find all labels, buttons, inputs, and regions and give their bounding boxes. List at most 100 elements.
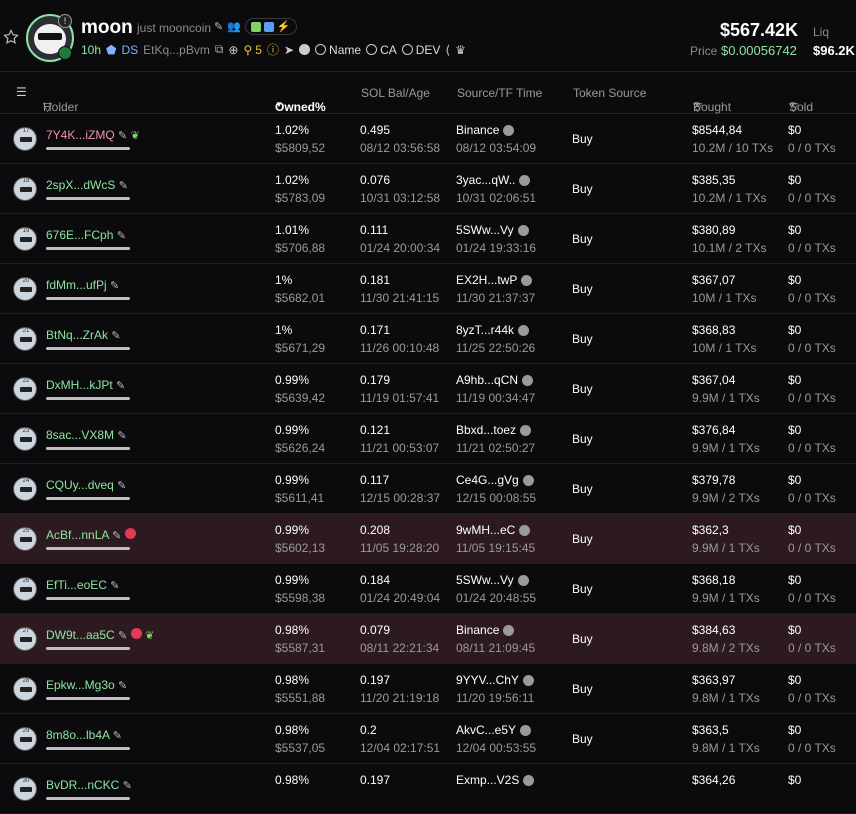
- table-row[interactable]: 21 BtNq...ZrAk ✎ 1% $5671,29 0.171 11/26 00:…: [0, 314, 856, 364]
- token-source: Buy: [572, 482, 593, 496]
- coin-icon: [299, 44, 311, 55]
- bought-amount: 9.9M / 1 TXs: [692, 441, 760, 455]
- coin-icon: [523, 774, 535, 786]
- funding-source[interactable]: A9hb...qCN: [456, 373, 534, 387]
- ds-link[interactable]: DS: [121, 43, 138, 57]
- avatar: 20: [13, 277, 37, 301]
- edit-icon[interactable]: ✎: [117, 230, 126, 242]
- search-name-button[interactable]: Name: [315, 43, 361, 57]
- funding-source[interactable]: EX2H...twP: [456, 273, 533, 287]
- funding-source[interactable]: Bbxd...toez: [456, 423, 532, 437]
- funding-source[interactable]: Ce4G...gVg: [456, 473, 534, 487]
- table-row[interactable]: 25 AcBf...nnLA ✎ 0.99% $5602,13 0.208 11/05 …: [0, 514, 856, 564]
- holder-address[interactable]: 7Y4K...iZMQ ✎ ❦: [46, 128, 140, 142]
- funding-source[interactable]: 9YYV...ChY: [456, 673, 534, 687]
- table-row[interactable]: 30 BvDR...nCKC ✎ 0.98% 0.197 Exmp...V2S $364…: [0, 764, 856, 814]
- holder-address[interactable]: DxMH...kJPt ✎: [46, 378, 125, 392]
- owned-usd: $5639,42: [275, 391, 326, 405]
- table-row[interactable]: 18 2spX...dWcS ✎ 1.02% $5783,09 0.076 10/31 …: [0, 164, 856, 214]
- funding-source[interactable]: 5SWw...Vy: [456, 573, 529, 587]
- social-badges[interactable]: ⚡: [244, 18, 297, 35]
- table-row[interactable]: 22 DxMH...kJPt ✎ 0.99% $5639,42 0.179 11/19 …: [0, 364, 856, 414]
- funding-source[interactable]: 9wMH...eC: [456, 523, 531, 537]
- edit-icon[interactable]: ✎: [113, 730, 122, 742]
- holder-address[interactable]: EfTi...eoEC ✎: [46, 578, 119, 592]
- edit-icon[interactable]: ✎: [112, 530, 121, 542]
- edit-icon[interactable]: ✎: [123, 780, 132, 792]
- bought-usd: $380,89: [692, 223, 736, 237]
- search-dev-button[interactable]: DEV: [401, 43, 440, 57]
- holding-bar: [46, 447, 130, 450]
- table-row[interactable]: 19 676E...FCph ✎ 1.01% $5706,88 0.111 01/24 …: [0, 214, 856, 264]
- col-token-source[interactable]: Token Source: [573, 86, 646, 100]
- holders-count[interactable]: ⚲ 5: [243, 43, 261, 57]
- sold-usd: $0: [788, 273, 802, 287]
- edit-icon[interactable]: ✎: [118, 680, 127, 692]
- edit-icon[interactable]: ✎: [111, 330, 120, 342]
- holder-address[interactable]: DW9t...aa5C ✎ ❦: [46, 628, 154, 642]
- edit-icon[interactable]: ✎: [119, 180, 128, 192]
- bought-amount: 9.9M / 1 TXs: [692, 391, 760, 405]
- funding-source[interactable]: 3yac...qW..: [456, 173, 531, 187]
- wallet-age: 08/12 03:56:58: [360, 141, 441, 155]
- owned-pct: 0.98%: [275, 773, 310, 787]
- search-icon: [315, 44, 327, 55]
- tag-icon: [250, 21, 261, 32]
- funding-source[interactable]: Binance: [456, 123, 515, 137]
- sold-usd: $0: [788, 423, 802, 437]
- holder-address[interactable]: 2spX...dWcS ✎: [46, 178, 128, 192]
- token-source: Buy: [572, 282, 593, 296]
- holder-address[interactable]: Epkw...Mg3o ✎: [46, 678, 127, 692]
- holders-table: 17 7Y4K...iZMQ ✎ ❦ 1.02% $5809,52 0.495 08/12…: [0, 114, 856, 814]
- funding-source[interactable]: Binance: [456, 623, 515, 637]
- funding-source[interactable]: AkvC...e5Y: [456, 723, 532, 737]
- globe-icon[interactable]: ⊕: [228, 43, 238, 57]
- funding-source[interactable]: 8yzT...r44k: [456, 323, 530, 337]
- star-icon[interactable]: [3, 29, 19, 45]
- crown-icon[interactable]: ♛: [455, 43, 466, 57]
- edit-icon[interactable]: ✎: [116, 380, 125, 392]
- bought-usd: $8544,84: [692, 123, 743, 137]
- table-row[interactable]: 27 DW9t...aa5C ✎ ❦ 0.98% $5587,31 0.079 08/11…: [0, 614, 856, 664]
- holding-bar: [46, 497, 130, 500]
- funding-source[interactable]: 5SWw...Vy: [456, 223, 529, 237]
- edit-icon[interactable]: ✎: [110, 280, 119, 292]
- holder-address[interactable]: 8sac...VX8M ✎: [46, 428, 127, 442]
- contract-address[interactable]: EtKq...pBvm: [143, 43, 210, 57]
- edit-icon[interactable]: ✎: [117, 430, 126, 442]
- holder-address[interactable]: CQUy...dveq ✎: [46, 478, 126, 492]
- owned-usd: $5626,24: [275, 441, 326, 455]
- search-ca-button[interactable]: CA: [366, 43, 397, 57]
- holder-address[interactable]: BtNq...ZrAk ✎: [46, 328, 121, 342]
- holder-address[interactable]: fdMm...ufPj ✎: [46, 278, 119, 292]
- edit-icon[interactable]: ✎: [117, 480, 126, 492]
- copy-icon[interactable]: ⧉: [215, 42, 224, 57]
- holding-bar: [46, 547, 130, 550]
- table-row[interactable]: 28 Epkw...Mg3o ✎ 0.98% $5551,88 0.197 11/20 …: [0, 664, 856, 714]
- table-row[interactable]: 20 fdMm...ufPj ✎ 1% $5682,01 0.181 11/30 21:…: [0, 264, 856, 314]
- table-row[interactable]: 26 EfTi...eoEC ✎ 0.99% $5598,38 0.184 01/24 …: [0, 564, 856, 614]
- owned-usd: $5602,13: [275, 541, 326, 555]
- table-row[interactable]: 23 8sac...VX8M ✎ 0.99% $5626,24 0.121 11/21 …: [0, 414, 856, 464]
- holder-address[interactable]: 676E...FCph ✎: [46, 228, 126, 242]
- holder-address[interactable]: AcBf...nnLA ✎: [46, 528, 136, 542]
- col-sol[interactable]: SOL Bal/Age: [361, 86, 430, 100]
- owned-pct: 1.01%: [275, 223, 310, 237]
- sold-amount: 0 / 0 TXs: [788, 641, 836, 655]
- col-source[interactable]: Source/TF Time: [457, 86, 542, 100]
- edit-icon[interactable]: ✎: [118, 130, 127, 142]
- edit-icon[interactable]: ✎: [214, 20, 223, 33]
- table-row[interactable]: 29 8m8o...lb4A ✎ 0.98% $5537,05 0.2 12/04 02…: [0, 714, 856, 764]
- settings-sliders-icon[interactable]: ☰: [16, 85, 27, 99]
- edit-icon[interactable]: ✎: [110, 580, 119, 592]
- table-row[interactable]: 17 7Y4K...iZMQ ✎ ❦ 1.02% $5809,52 0.495 08/12…: [0, 114, 856, 164]
- coin-icon: [520, 424, 532, 436]
- telegram-icon[interactable]: ➤: [284, 43, 294, 57]
- liq-label: Liq: [813, 25, 830, 39]
- holder-address[interactable]: 8m8o...lb4A ✎: [46, 728, 122, 742]
- edit-icon[interactable]: ✎: [118, 630, 127, 642]
- share-icon[interactable]: ⟨: [445, 43, 450, 57]
- funding-source[interactable]: Exmp...V2S: [456, 773, 535, 787]
- table-row[interactable]: 24 CQUy...dveq ✎ 0.99% $5611,41 0.117 12/15 …: [0, 464, 856, 514]
- holder-address[interactable]: BvDR...nCKC ✎: [46, 778, 132, 792]
